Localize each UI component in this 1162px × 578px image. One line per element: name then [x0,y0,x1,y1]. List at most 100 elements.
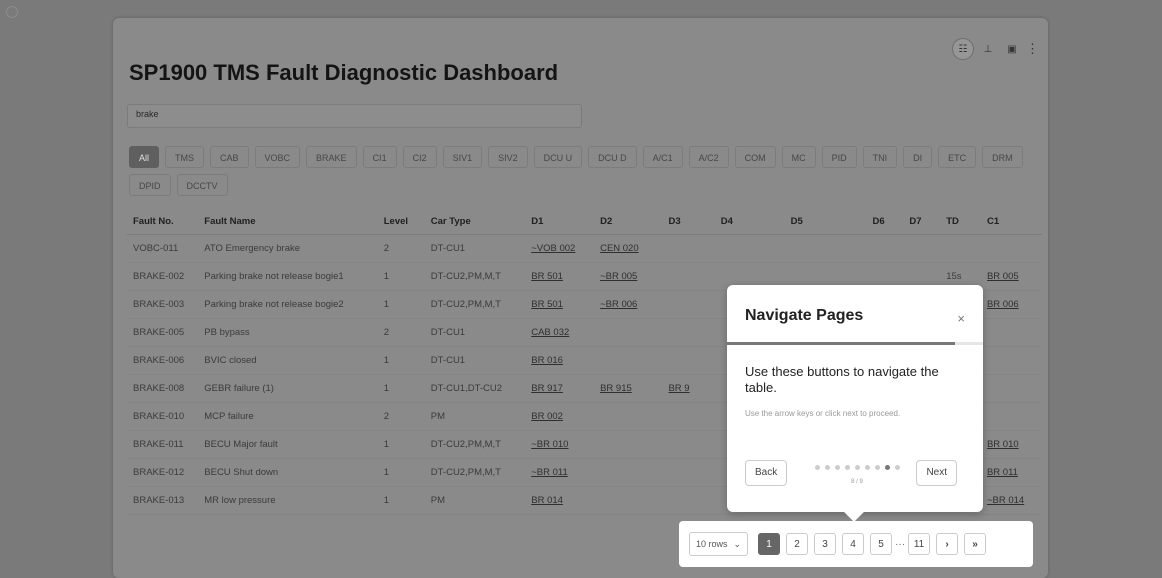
chart-icon[interactable]: ⊥ [978,39,998,59]
page-button[interactable]: 5 [870,533,893,555]
tour-back-button[interactable]: Back [745,460,788,486]
next-page-button[interactable]: › [936,533,959,555]
fault-code-link[interactable]: BR 014 [525,486,595,515]
page-button[interactable]: 3 [814,533,837,555]
filter-chip[interactable]: DCU U [533,146,583,168]
page-button[interactable]: 1 [758,533,781,555]
column-header[interactable]: Car Type [424,208,526,235]
filter-chip[interactable]: CI2 [402,146,437,168]
fault-code-link[interactable]: BR 006 [980,290,1042,319]
column-header[interactable]: TD [940,208,981,235]
column-header[interactable]: D7 [903,208,941,235]
fault-code-link[interactable]: CAB 032 [525,318,595,347]
filter-chip[interactable]: DPID [129,174,171,196]
filter-chip[interactable]: MC [781,146,816,168]
filter-chip[interactable]: SIV1 [442,146,483,168]
table-cell [594,430,663,459]
column-header[interactable]: Level [377,208,425,235]
fault-code-link[interactable]: BR 005 [980,262,1042,291]
fault-code-link[interactable]: ~VOB 002 [525,234,595,263]
column-header[interactable]: D5 [784,208,867,235]
page-button-last-number[interactable]: 11 [908,533,931,555]
fault-code-link[interactable]: BR 002 [525,402,595,431]
table-cell [662,486,715,515]
table-cell: DT-CU1 [424,318,526,347]
filter-chip[interactable]: COM [734,146,776,168]
close-icon[interactable]: × [957,311,965,326]
filter-chip[interactable]: DI [903,146,933,168]
tour-step-dot [854,465,860,470]
table-cell [594,458,663,487]
filter-chip[interactable]: CAB [210,146,249,168]
column-header[interactable]: D6 [866,208,904,235]
save-icon[interactable]: ▣ [1002,39,1022,59]
filter-chip[interactable]: A/C2 [688,146,729,168]
table-cell [714,234,785,263]
filter-chip[interactable]: TNI [862,146,898,168]
table-cell [662,318,715,347]
filter-chip[interactable]: VOBC [254,146,301,168]
chevron-down-icon: ⌄ [733,538,742,549]
fault-code-link[interactable]: BR 501 [525,262,595,291]
last-page-button[interactable]: » [964,533,987,555]
table-cell: Parking brake not release bogie1 [198,262,378,291]
table-cell: Parking brake not release bogie2 [198,290,378,319]
table-cell [980,402,1042,431]
fault-code-link[interactable]: BR 501 [525,290,595,319]
fault-code-link[interactable]: ~BR 011 [525,458,595,487]
tour-popover: Navigate Pages × Use these buttons to na… [727,285,983,512]
fault-code-link[interactable]: ~BR 014 [980,486,1042,515]
filter-chip[interactable]: BRAKE [306,146,357,168]
filter-chip[interactable]: ETC [938,146,977,168]
column-header[interactable]: D2 [594,208,663,235]
fault-code-link[interactable]: BR 9 [662,374,715,403]
tour-description: Use these buttons to navigate the table. [745,364,939,395]
fault-code-link[interactable]: BR 016 [525,346,595,375]
table-cell: BRAKE-012 [127,458,199,487]
filter-chip[interactable]: DCU D [588,146,637,168]
fault-code-link[interactable]: BR 917 [525,374,595,403]
settings-icon[interactable] [6,6,18,18]
filter-chip[interactable]: DRM [982,146,1023,168]
page-button[interactable]: 4 [842,533,865,555]
fault-code-link[interactable]: ~BR 010 [525,430,595,459]
search-input[interactable]: brake [127,104,582,128]
table-icon[interactable]: ☷ [952,38,974,60]
column-header[interactable]: D3 [662,208,715,235]
table-cell: GEBR failure (1) [198,374,378,403]
table-cell: DT-CU1,DT-CU2 [424,374,526,403]
table-cell: BRAKE-003 [127,290,199,319]
fault-code-link[interactable]: BR 011 [980,458,1042,487]
table-row[interactable]: VOBC-011 ATO Emergency brake 2 DT-CU1 ~VOB 0… [127,234,1042,263]
tour-step-dot [874,465,880,470]
filter-chip[interactable]: SIV2 [488,146,528,168]
filter-chip[interactable]: PID [821,146,857,168]
table-cell: BVIC closed [198,346,378,375]
page-button[interactable]: 2 [786,533,809,555]
column-header[interactable]: Fault Name [198,208,378,235]
fault-code-link[interactable]: BR 010 [980,430,1042,459]
table-cell: BRAKE-008 [127,374,199,403]
column-header[interactable]: Fault No. [127,208,199,235]
column-header[interactable]: D4 [714,208,785,235]
filter-chip[interactable]: CI1 [362,146,397,168]
fault-code-link[interactable]: BR 915 [594,374,663,403]
fault-code-link[interactable]: ~BR 006 [594,290,663,319]
filter-chip[interactable]: DCCTV [176,174,228,196]
tour-step-dot [894,465,900,470]
rows-per-page-select[interactable]: 10 rows ⌄ [689,532,749,556]
table-cell: PM [424,402,526,431]
table-cell: 2 [377,402,425,431]
tour-next-button[interactable]: Next [916,460,957,486]
filter-chip[interactable]: A/C1 [642,146,683,168]
fault-code-link[interactable]: CEN 020 [594,234,663,263]
table-cell: 2 [377,318,425,347]
tour-step-dot [824,465,830,470]
column-header[interactable]: C1 [980,208,1042,235]
filter-chip[interactable]: All [129,146,160,168]
column-header[interactable]: D1 [525,208,595,235]
filter-chip[interactable]: TMS [165,146,205,168]
table-cell: DT-CU2,PM,M,T [424,262,526,291]
kebab-menu-icon[interactable]: ⋮ [1026,41,1039,57]
fault-code-link[interactable]: ~BR 005 [594,262,663,291]
